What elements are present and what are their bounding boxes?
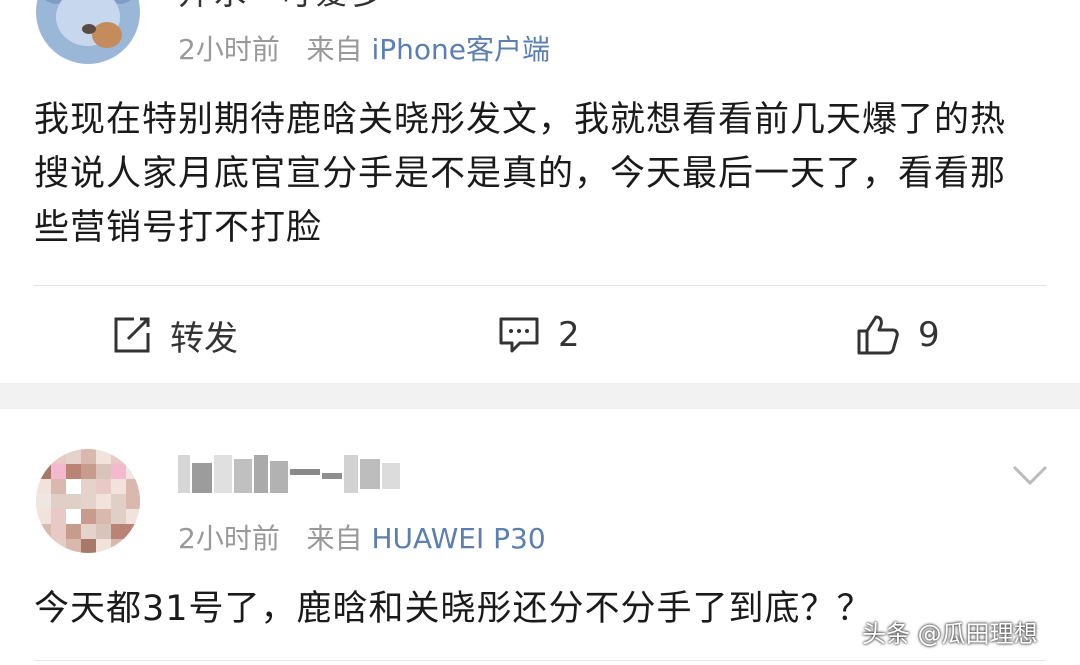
watermark: 头条 @瓜田理想 [862,620,1038,648]
source-client[interactable]: HUAWEI P30 [371,522,545,555]
from-label: 来自 [306,33,363,66]
avatar-mosaic-tile [81,479,96,494]
username[interactable]: 开水 -可爱多 [178,0,388,14]
avatar-mosaic-tile [36,539,51,553]
avatar-mosaic-tile [96,494,111,509]
avatar-mosaic-tile [66,539,81,553]
avatar-mosaic-tile [96,479,111,494]
avatar-mosaic-tile [51,479,66,494]
avatar-mosaic-tile [111,509,126,524]
post-time: 2小时前 [178,33,280,66]
username-blurred[interactable] [178,449,402,495]
avatar-mosaic-tile [111,539,126,553]
avatar-mosaic-tile [51,509,66,524]
avatar-mosaic-tile [126,524,140,539]
avatar-mosaic-tile [96,524,111,539]
avatar-mosaic-tile [66,464,81,479]
avatar-mosaic-tile [96,449,111,464]
avatar-nose [82,24,96,34]
avatar-mouse [92,22,122,48]
avatar-mosaic-tile [66,449,81,464]
user-avatar-blurred[interactable] [36,449,140,553]
post-separator [0,383,1080,409]
edit-share-icon [114,317,150,353]
user-avatar[interactable] [36,0,140,64]
avatar-mosaic-tile [66,494,81,509]
like-count: 9 [918,315,940,355]
avatar-mosaic-tile [126,539,140,553]
comment-count: 2 [558,315,580,355]
avatar-mosaic-tile [81,509,96,524]
repost-label: 转发 [170,318,238,359]
comment-button[interactable]: 2 [498,310,580,360]
avatar-mosaic-tile [36,509,51,524]
avatar-mosaic-tile [36,479,51,494]
avatar-mosaic-tile [81,524,96,539]
avatar-mosaic-tile [36,449,51,464]
avatar-mosaic-tile [96,539,111,553]
avatar-mosaic-tile [36,464,51,479]
post-time: 2小时前 [178,522,280,555]
avatar-mosaic-tile [126,449,140,464]
avatar-mosaic-tile [36,494,51,509]
post-meta: 2小时前 来自 iPhone客户端 [178,28,550,68]
avatar-mosaic-tile [36,524,51,539]
weibo-post-1: 开水 -可爱多 2小时前 来自 iPhone客户端 我现在特别期待鹿晗关晓彤发文… [0,0,1080,383]
post-meta: 2小时前 来自 HUAWEI P30 [178,517,546,557]
avatar-mosaic-tile [51,539,66,553]
avatar-mosaic-tile [66,509,81,524]
like-button[interactable]: 9 [856,310,940,360]
avatar-mosaic-tile [111,449,126,464]
from-label: 来自 [306,522,363,555]
avatar-mosaic-tile [96,464,111,479]
thumbs-up-icon [857,315,899,355]
avatar-mosaic-tile [126,494,140,509]
avatar-mosaic-tile [111,464,126,479]
avatar-mosaic-tile [51,449,66,464]
avatar-mosaic-tile [51,524,66,539]
avatar-mosaic-tile [111,524,126,539]
avatar-mosaic-tile [51,464,66,479]
avatar-mosaic-tile [51,494,66,509]
avatar-mosaic-tile [126,479,140,494]
avatar-mosaic-tile [66,479,81,494]
avatar-mosaic-tile [111,494,126,509]
divider [34,285,1046,286]
comment-icon [499,317,539,353]
avatar-mosaic-tile [81,539,96,553]
post-text: 我现在特别期待鹿晗关晓彤发文，我就想看看前几天爆了的热搜说人家月底官宣分手是不是… [34,100,1007,248]
divider [34,660,1046,661]
repost-button[interactable]: 转发 [112,310,238,360]
avatar-mosaic-tile [81,449,96,464]
avatar-mosaic-tile [126,464,140,479]
avatar-mosaic-tile [81,494,96,509]
avatar-mosaic-tile [66,524,81,539]
avatar-mosaic-tile [81,464,96,479]
source-client[interactable]: iPhone客户端 [371,33,550,66]
avatar-mosaic-tile [111,479,126,494]
avatar-mosaic-tile [126,509,140,524]
avatar-mosaic-tile [96,509,111,524]
chevron-down-icon[interactable] [1012,463,1048,489]
